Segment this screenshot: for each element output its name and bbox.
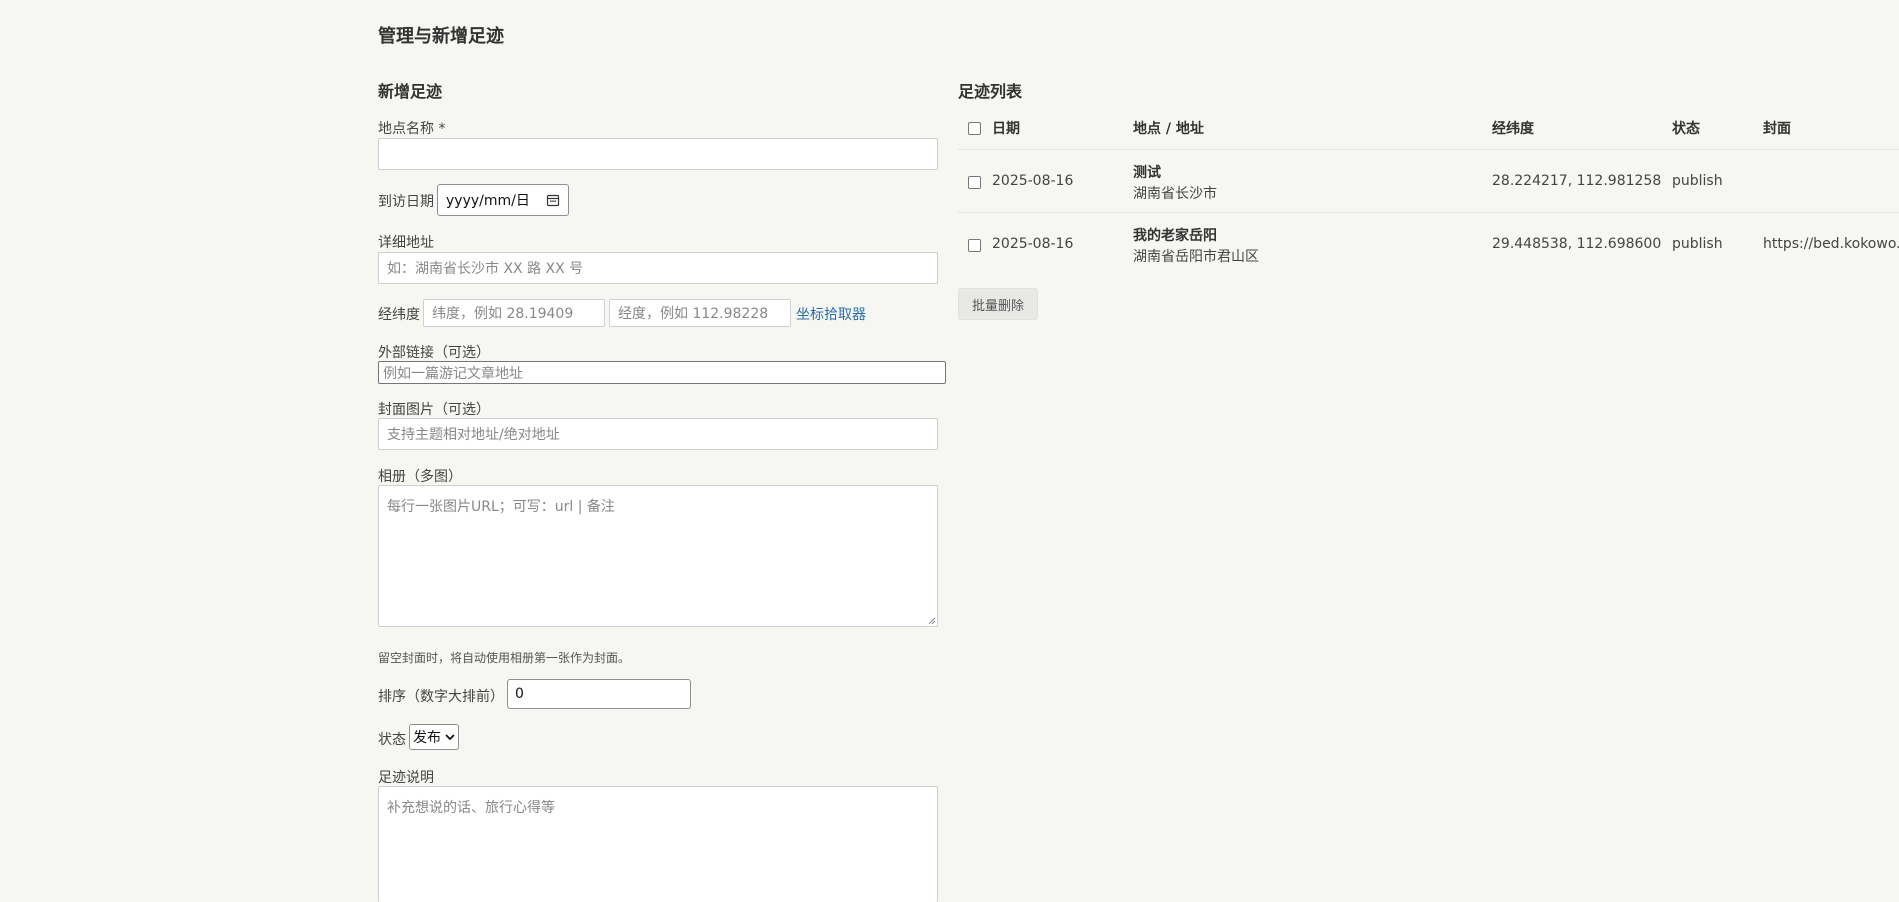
latitude-input[interactable]: 纬度，例如 28.19409 [423, 299, 605, 327]
date-input[interactable]: yyyy/mm/日 [437, 184, 569, 216]
select-all-checkbox[interactable] [968, 122, 981, 135]
address-label: 详细地址 [378, 235, 434, 251]
coords-picker-link[interactable]: 坐标拾取器 [796, 304, 866, 324]
row-place-name: 测试 [1133, 165, 1161, 181]
row-date: 2025-08-16 [992, 173, 1074, 189]
name-label: 地点名称 * [378, 121, 446, 137]
row-cover: https://bed.kokowo.cn [1763, 236, 1899, 252]
chevron-down-icon [445, 734, 455, 741]
cover-input[interactable]: 支持主题相对地址/绝对地址 [378, 418, 938, 450]
sort-input[interactable]: 0 [507, 679, 691, 709]
longitude-input[interactable]: 经度，例如 112.98228 [609, 299, 791, 327]
bulk-delete-button[interactable]: 批量删除 [958, 288, 1038, 320]
header-divider [958, 149, 1899, 150]
status-selected: 发布 [413, 730, 441, 746]
col-status: 状态 [1672, 121, 1700, 137]
row-checkbox[interactable] [968, 176, 981, 189]
album-textarea[interactable]: 每行一张图片URL；可写：url | 备注 [378, 485, 938, 627]
row-address: 湖南省岳阳市君山区 [1133, 249, 1259, 265]
album-label: 相册（多图） [378, 469, 462, 485]
coords-label: 经纬度 [378, 307, 420, 323]
cover-label: 封面图片（可选） [378, 402, 490, 418]
row-coords: 29.448538, 112.698600 [1492, 236, 1662, 252]
row-status: publish [1672, 236, 1723, 252]
sort-label: 排序（数字大排前） [378, 689, 504, 705]
col-coords: 经纬度 [1492, 121, 1534, 137]
row-divider [958, 212, 1899, 213]
status-label: 状态 [378, 732, 406, 748]
status-select[interactable]: 发布 [409, 724, 459, 750]
date-label: 到访日期 [378, 194, 434, 210]
col-date: 日期 [992, 121, 1020, 137]
row-status: publish [1672, 173, 1723, 189]
page-title: 管理与新增足迹 [378, 26, 504, 47]
col-cover: 封面 [1763, 121, 1791, 137]
calendar-icon[interactable] [546, 193, 560, 207]
col-place: 地点 / 地址 [1133, 121, 1204, 137]
ext-link-label: 外部链接（可选） [378, 345, 490, 361]
album-placeholder: 每行一张图片URL；可写：url | 备注 [387, 499, 615, 515]
row-date: 2025-08-16 [992, 236, 1074, 252]
list-section-title: 足迹列表 [958, 82, 1023, 101]
name-input[interactable] [378, 138, 938, 170]
desc-label: 足迹说明 [378, 770, 434, 786]
desc-textarea[interactable]: 补充想说的话、旅行心得等 [378, 786, 938, 902]
add-section-title: 新增足迹 [378, 82, 443, 101]
address-input[interactable]: 如：湖南省长沙市 XX 路 XX 号 [378, 252, 938, 284]
cover-hint: 留空封面时，将自动使用相册第一张作为封面。 [378, 651, 631, 665]
row-place-name: 我的老家岳阳 [1133, 228, 1217, 244]
row-coords: 28.224217, 112.981258 [1492, 173, 1662, 189]
resize-grip-icon[interactable] [928, 617, 936, 625]
date-placeholder: yyyy/mm/日 [446, 193, 530, 209]
desc-placeholder: 补充想说的话、旅行心得等 [387, 800, 555, 816]
ext-link-input[interactable]: 例如一篇游记文章地址 [378, 361, 946, 384]
row-checkbox[interactable] [968, 239, 981, 252]
row-address: 湖南省长沙市 [1133, 186, 1217, 202]
